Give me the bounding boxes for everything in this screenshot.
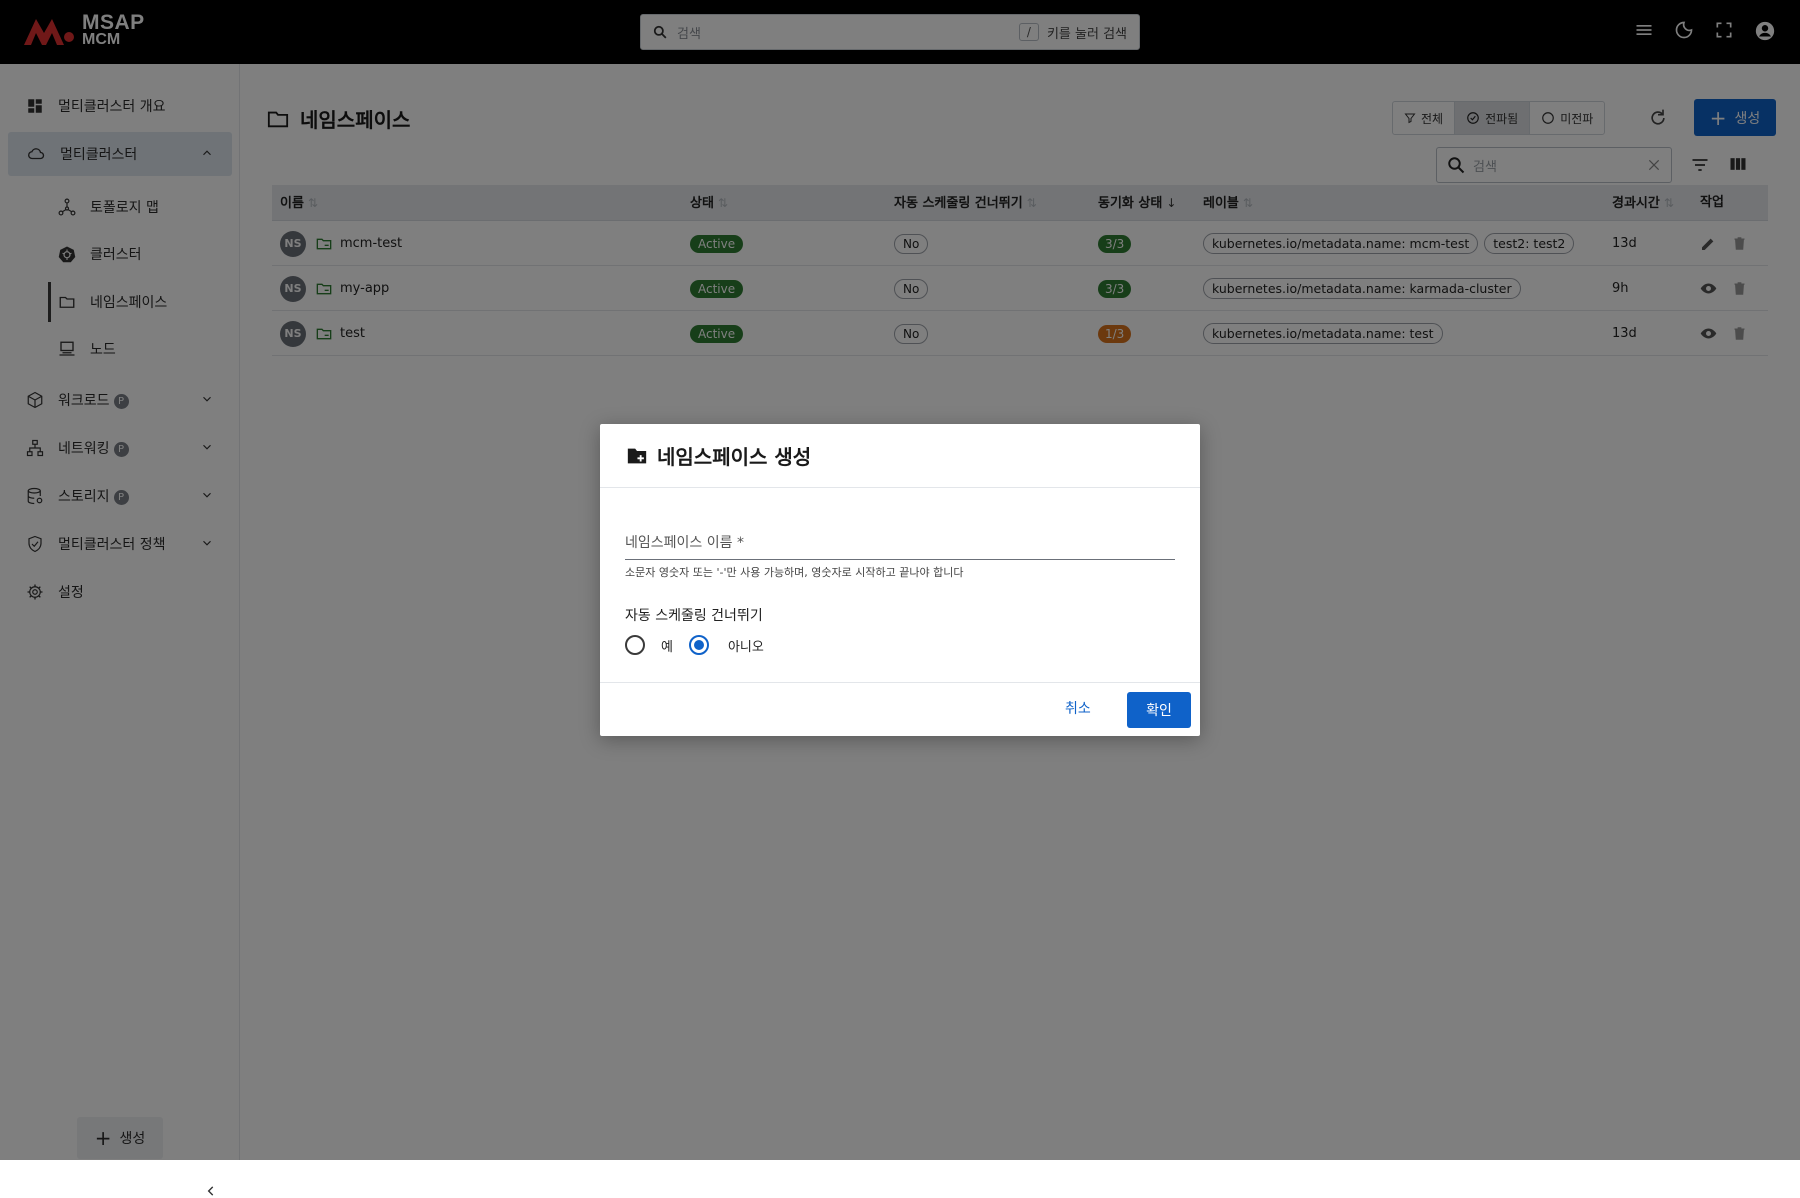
namespace-name-help: 소문자 영숫자 또는 '-'만 사용 가능하며, 영숫자로 시작하고 끝나야 합… <box>625 566 964 579</box>
radio-no-label: 아니오 <box>727 639 764 655</box>
create-namespace-dialog: 네임스페이스 생성 소문자 영숫자 또는 '-'만 사용 가능하며, 영숫자로 … <box>600 424 1200 736</box>
namespace-name-field[interactable] <box>625 532 1175 560</box>
radio-no[interactable] <box>688 635 709 655</box>
collapse-sidebar-icon[interactable] <box>204 1184 218 1198</box>
confirm-button[interactable]: 확인 <box>1127 692 1191 728</box>
create-folder-icon <box>627 448 647 463</box>
cancel-button[interactable]: 취소 <box>1065 698 1091 718</box>
radio-yes-label: 예 <box>661 639 673 655</box>
dialog-footer: 취소 확인 <box>600 682 1200 736</box>
radio-yes[interactable] <box>625 635 645 655</box>
skip-scheduling-label: 자동 스케줄링 건너뛰기 <box>625 608 763 624</box>
namespace-name-input[interactable] <box>625 535 1175 551</box>
dialog-header: 네임스페이스 생성 <box>600 424 1200 488</box>
skip-scheduling-radio-group: 예 아니오 <box>625 635 764 655</box>
dialog-title: 네임스페이스 생성 <box>657 445 812 469</box>
